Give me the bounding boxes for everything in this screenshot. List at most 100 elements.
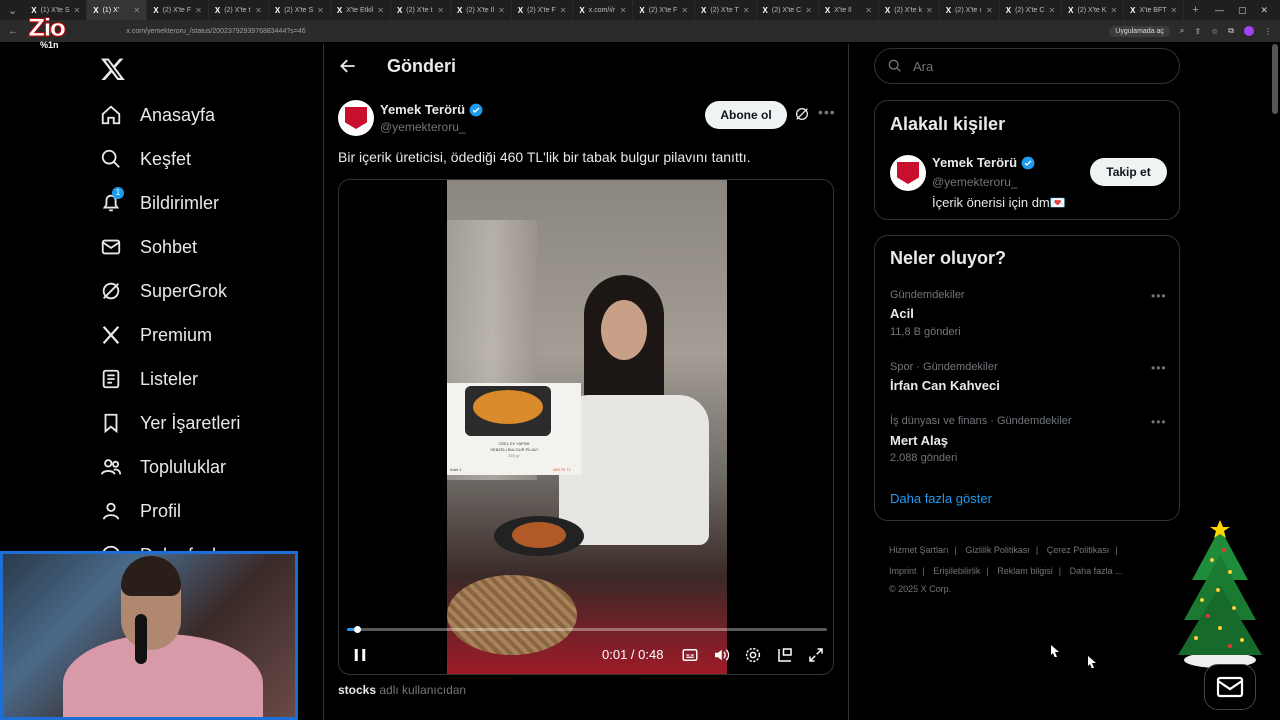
home-icon	[101, 105, 121, 125]
author-avatar[interactable]	[338, 100, 374, 136]
tab-close-icon[interactable]: ✕	[743, 6, 750, 15]
video-progress-bar[interactable]	[347, 626, 827, 633]
browser-tab[interactable]: X (2) X'te F ✕	[633, 0, 696, 20]
browser-tab[interactable]: X (2) X'te ı ✕	[940, 0, 1000, 20]
nav-item-10[interactable]: Profil	[100, 500, 181, 522]
menu-icon[interactable]: ⋮	[1264, 27, 1272, 36]
captions-icon[interactable]	[681, 646, 699, 664]
tab-close-icon[interactable]: ✕	[498, 6, 505, 15]
source-user[interactable]: stocks	[338, 683, 376, 697]
related-avatar[interactable]	[890, 155, 926, 191]
back-arrow-icon[interactable]	[338, 56, 358, 76]
tab-close-icon[interactable]: ✕	[560, 6, 567, 15]
video-player[interactable]: ÖZEL EV YAPIMI SEBZELİ BULGUR PİLAVI 350…	[338, 179, 834, 675]
new-tab-icon[interactable]: +	[1184, 4, 1206, 16]
footer-link[interactable]: Reklam bilgisi	[997, 566, 1053, 576]
grok-icon[interactable]	[794, 106, 810, 122]
tab-close-icon[interactable]: ✕	[195, 6, 202, 15]
minimize-icon[interactable]: —	[1215, 5, 1224, 16]
browser-tab[interactable]: X (2) X'te S ✕	[269, 0, 331, 20]
browser-tab[interactable]: X X'te Il ✕	[819, 0, 879, 20]
tab-close-icon[interactable]: ✕	[134, 6, 141, 15]
fullscreen-icon[interactable]	[807, 646, 825, 664]
browser-tab[interactable]: X (2) X'te t ✕	[391, 0, 451, 20]
url-field[interactable]: x.com/yemekteroru_/status/20023792939768…	[126, 28, 305, 35]
browser-tab[interactable]: X (2) X'te C ✕	[1000, 0, 1063, 20]
back-nav-icon[interactable]: ←	[8, 26, 18, 37]
nav-item-8[interactable]: Yer İşaretleri	[100, 412, 240, 434]
footer-link[interactable]: Imprint	[889, 566, 917, 576]
picture-in-picture-icon[interactable]	[776, 646, 794, 664]
footer-link[interactable]: Gizlilik Politikası	[965, 545, 1030, 555]
follow-button[interactable]: Takip et	[1090, 158, 1167, 186]
tab-close-icon[interactable]: ✕	[926, 6, 933, 15]
nav-item-3[interactable]: 1 Bildirimler	[100, 187, 219, 214]
nav-item-2[interactable]: Keşfet	[100, 148, 191, 170]
x-logo-icon[interactable]	[100, 56, 126, 82]
related-handle[interactable]: @yemekteroru_	[932, 175, 1018, 189]
close-window-icon[interactable]: ✕	[1260, 5, 1268, 16]
browser-tab[interactable]: X X'te BFT ✕	[1124, 0, 1185, 20]
tab-close-icon[interactable]: ✕	[1048, 6, 1055, 15]
browser-tab[interactable]: X (2) X'te Il ✕	[451, 0, 512, 20]
video-progress-knob[interactable]	[353, 626, 361, 633]
settings-gear-icon[interactable]	[744, 646, 762, 664]
nav-item-5[interactable]: SuperGrok	[100, 280, 227, 302]
pause-icon[interactable]	[351, 646, 369, 664]
footer-link[interactable]: Erişilebilirlik	[933, 566, 980, 576]
tab-close-icon[interactable]: ✕	[681, 6, 688, 15]
tab-close-icon[interactable]: ✕	[255, 6, 262, 15]
trend-more-icon[interactable]: •••	[1151, 415, 1167, 429]
more-options-icon[interactable]: •••	[818, 104, 836, 120]
footer-link[interactable]: Hizmet Şartları	[889, 545, 949, 555]
related-name[interactable]: Yemek Terörü	[932, 155, 1035, 170]
maximize-icon[interactable]: ▢	[1238, 5, 1247, 16]
footer-link[interactable]: Daha fazla ...	[1070, 566, 1123, 576]
author-name[interactable]: Yemek Terörü	[380, 102, 483, 117]
tab-close-icon[interactable]: ✕	[805, 6, 812, 15]
browser-tab[interactable]: X (2) X'te t ✕	[209, 0, 269, 20]
share-icon[interactable]: ⇪	[1194, 27, 1201, 36]
browser-tab[interactable]: X (2) X'te T ✕	[695, 0, 757, 20]
search-box[interactable]	[874, 48, 1180, 84]
tab-close-icon[interactable]: ✕	[317, 6, 324, 15]
trend-more-icon[interactable]: •••	[1151, 289, 1167, 303]
trend-more-icon[interactable]: •••	[1151, 361, 1167, 375]
search-input[interactable]	[913, 58, 1153, 74]
browser-tab[interactable]: X (1) X' ✕	[87, 0, 148, 20]
profile-avatar[interactable]	[1244, 26, 1254, 36]
browser-tab[interactable]: X X'te Etkil ✕	[331, 0, 391, 20]
tab-close-icon[interactable]: ✕	[437, 6, 444, 15]
extensions-icon[interactable]: ⧉	[1228, 26, 1234, 36]
volume-icon[interactable]	[712, 646, 730, 664]
messages-button[interactable]	[1204, 664, 1256, 710]
subscribe-button[interactable]: Abone ol	[705, 101, 787, 129]
nav-item-4[interactable]: Sohbet	[100, 236, 197, 258]
tab-close-icon[interactable]: ✕	[1171, 6, 1178, 15]
tab-close-icon[interactable]: ✕	[377, 6, 384, 15]
footer-link[interactable]: Çerez Politikası	[1047, 545, 1110, 555]
author-handle[interactable]: @yemekteroru_	[380, 120, 466, 134]
tab-close-icon[interactable]: ✕	[986, 6, 993, 15]
browser-tab[interactable]: X (2) X'te F ✕	[512, 0, 574, 20]
tab-search-icon[interactable]: ⌄	[0, 4, 25, 17]
browser-tab[interactable]: X (2) X'te K ✕	[1062, 0, 1125, 20]
tab-close-icon[interactable]: ✕	[620, 6, 627, 15]
nav-item-7[interactable]: Listeler	[100, 368, 198, 390]
browser-tab[interactable]: X (2) X'te C ✕	[757, 0, 819, 20]
nav-item-9[interactable]: Topluluklar	[100, 456, 226, 478]
show-more-link[interactable]: Daha fazla göster	[890, 491, 992, 506]
star-icon[interactable]: ☆	[1211, 27, 1218, 36]
nav-item-label: Anasayfa	[140, 104, 216, 125]
page-scrollbar[interactable]	[1272, 44, 1278, 114]
browser-tab[interactable]: X (2) X'te F ✕	[147, 0, 209, 20]
browser-tab[interactable]: X (2) X'te k ✕	[879, 0, 940, 20]
tab-close-icon[interactable]: ✕	[865, 6, 872, 15]
nav-item-6[interactable]: Premium	[100, 324, 212, 346]
zoom-icon[interactable]: ⌕	[1180, 26, 1184, 36]
mouse-cursor-icon	[1088, 656, 1096, 668]
nav-item-1[interactable]: Anasayfa	[100, 104, 215, 126]
browser-tab[interactable]: Xx.com/i/r ✕	[573, 0, 634, 20]
open-in-app-button[interactable]: Uygulamada aç	[1109, 25, 1170, 37]
tab-close-icon[interactable]: ✕	[1110, 6, 1117, 15]
